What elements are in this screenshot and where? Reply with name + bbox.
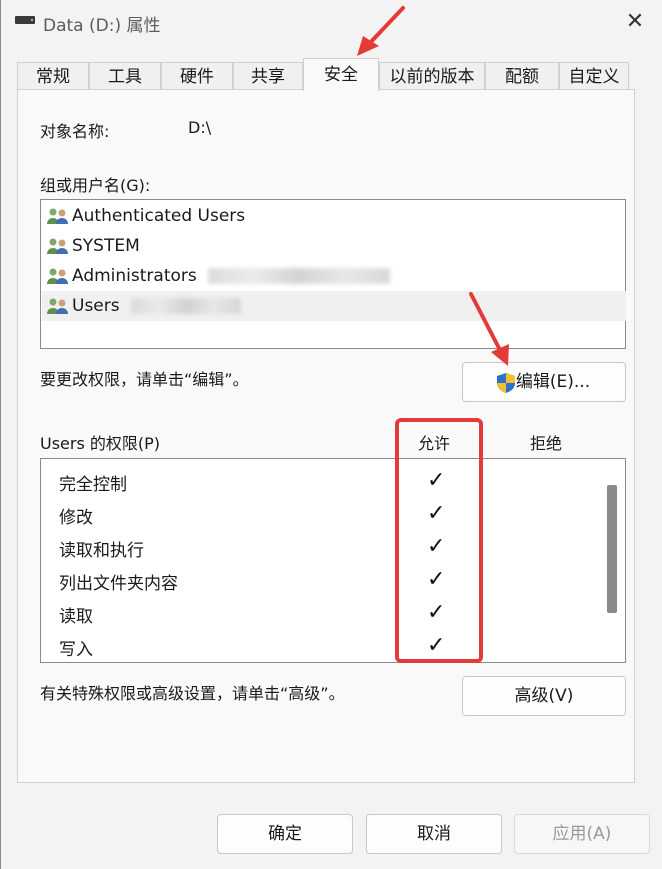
table-row: 列出文件夹内容 ✓ [41,563,601,596]
tab-tools[interactable]: 工具 [89,62,161,90]
tab-quota[interactable]: 配额 [485,62,559,90]
list-item-administrators[interactable]: Administrators [42,261,626,291]
advanced-button[interactable]: 高级(V) [462,676,626,716]
permission-name: 修改 [59,508,93,528]
uac-shield-icon [497,373,515,393]
scrollbar-thumb[interactable] [607,485,617,613]
title-bar: Data (D:) 属性 ✕ [1,0,662,44]
permissions-label: Users 的权限(P) [40,434,161,453]
ok-button[interactable]: 确定 [217,814,353,854]
list-item-system[interactable]: SYSTEM [42,231,626,261]
apply-button[interactable]: 应用(A) [514,814,650,854]
object-name-value: D:\ [188,118,212,137]
allow-check-icon: ✓ [427,468,446,493]
dialog-footer: 确定 取消 应用(A) [1,783,662,869]
user-group-icon [47,238,68,254]
close-button[interactable]: ✕ [617,6,653,38]
deny-column-header: 拒绝 [530,434,563,453]
allow-check-icon: ✓ [427,633,446,658]
users-listbox[interactable]: Authenticated Users SYSTEM Administrator… [40,199,626,349]
edit-hint: 要更改权限，请单击“编辑”。 [40,370,249,389]
user-name: Authenticated Users [72,206,246,226]
drive-icon [15,16,35,24]
permission-name: 读取 [59,607,93,627]
list-item-users[interactable]: Users [42,291,626,321]
table-row: 读取和执行 ✓ [41,530,601,563]
allow-check-icon: ✓ [427,600,446,625]
security-panel: 对象名称: D:\ 组或用户名(G): Authenticated Users … [17,89,635,783]
redacted-text [131,298,242,314]
permission-name: 读取和执行 [59,541,144,561]
group-users-label: 组或用户名(G): [40,176,151,195]
advanced-hint: 有关特殊权限或高级设置，请单击“高级”。 [40,684,345,703]
user-group-icon [47,208,68,224]
table-row: 写入 ✓ [41,629,601,662]
tab-general[interactable]: 常规 [17,62,89,90]
user-group-icon [47,298,68,314]
list-item-authenticated-users[interactable]: Authenticated Users [42,201,626,231]
user-name: Administrators [72,266,197,286]
object-name-label: 对象名称: [40,122,110,141]
permission-name: 写入 [59,640,93,660]
permissions-list: 完全控制 ✓ 修改 ✓ 读取和执行 ✓ 列出文件夹内容 ✓ 读取 ✓ 写入 ✓ [40,458,626,663]
allow-check-icon: ✓ [427,567,446,592]
window-title: Data (D:) 属性 [43,16,161,36]
table-row: 修改 ✓ [41,497,601,530]
user-name: Users [72,296,120,316]
permission-name: 完全控制 [59,475,127,495]
properties-window: Data (D:) 属性 ✕ 常规 工具 硬件 共享 安全 以前的版本 配额 自… [0,0,662,869]
allow-check-icon: ✓ [427,501,446,526]
user-name: SYSTEM [72,236,140,256]
redacted-text [208,268,391,284]
tab-previous-versions[interactable]: 以前的版本 [379,62,485,90]
tab-customize[interactable]: 自定义 [559,62,629,90]
table-row: 读取 ✓ [41,596,601,629]
cancel-button[interactable]: 取消 [366,814,502,854]
edit-button[interactable]: 编辑(E)... [462,362,626,402]
table-row: 完全控制 ✓ [41,464,601,497]
allow-check-icon: ✓ [427,534,446,559]
permission-name: 列出文件夹内容 [59,574,178,594]
tab-strip: 常规 工具 硬件 共享 安全 以前的版本 配额 自定义 [17,58,629,91]
user-group-icon [47,268,68,284]
tab-hardware[interactable]: 硬件 [161,62,233,90]
tab-sharing[interactable]: 共享 [233,62,303,90]
allow-column-header: 允许 [418,434,451,453]
edit-button-label: 编辑(E)... [515,372,591,392]
tab-security[interactable]: 安全 [303,58,379,91]
